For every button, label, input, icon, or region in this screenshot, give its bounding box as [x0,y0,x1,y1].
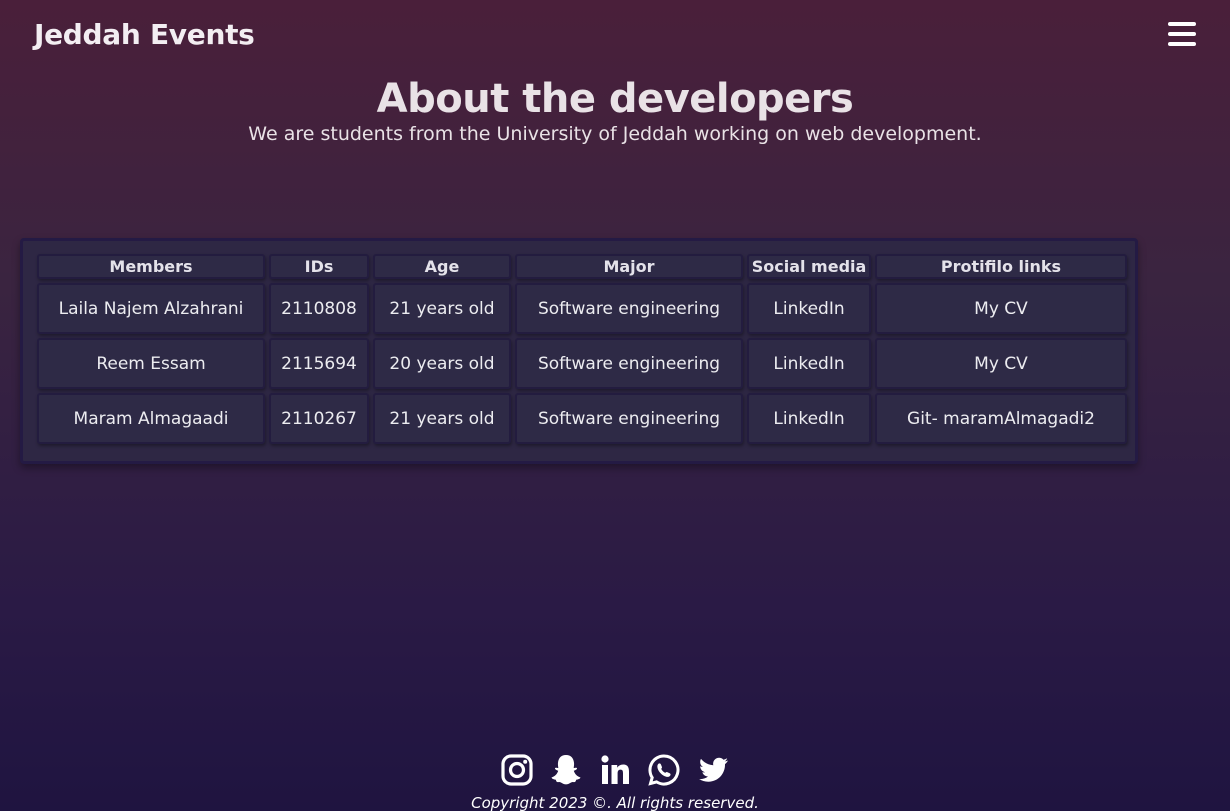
social-icons-bar [0,752,1230,788]
major-cell: Software engineering [515,393,743,444]
developers-table: Members IDs Age Major Social media Proti… [33,250,1131,448]
table-row: Maram Almagaadi 2110267 21 years old Sof… [37,393,1127,444]
column-header-age: Age [373,254,511,279]
portfolio-link[interactable]: Git- maramAlmagadi2 [875,393,1127,444]
major-cell: Software engineering [515,283,743,334]
menu-bar [1168,32,1196,36]
linkedin-link[interactable]: LinkedIn [747,338,871,389]
hamburger-menu-icon[interactable] [1168,22,1196,48]
column-header-members: Members [37,254,265,279]
linkedin-link[interactable]: LinkedIn [747,393,871,444]
page-subtitle: We are students from the University of J… [248,123,982,145]
member-name-cell: Laila Najem Alzahrani [37,283,265,334]
whatsapp-icon[interactable] [646,752,682,788]
table-row: Laila Najem Alzahrani 2110808 21 years o… [37,283,1127,334]
portfolio-link[interactable]: My CV [875,283,1127,334]
instagram-icon[interactable] [499,752,535,788]
column-header-social-media: Social media [747,254,871,279]
major-cell: Software engineering [515,338,743,389]
student-id-cell: 2110808 [269,283,369,334]
member-name-cell: Reem Essam [37,338,265,389]
age-cell: 21 years old [373,393,511,444]
snapchat-icon[interactable] [548,752,584,788]
copyright-text: Copyright 2023 ©. All rights reserved. [471,794,759,811]
column-header-ids: IDs [269,254,369,279]
student-id-cell: 2110267 [269,393,369,444]
page-title: About the developers [376,76,854,122]
linkedin-icon[interactable] [597,752,633,788]
member-name-cell: Maram Almagaadi [37,393,265,444]
table-row: Reem Essam 2115694 20 years old Software… [37,338,1127,389]
portfolio-link[interactable]: My CV [875,338,1127,389]
developers-table-card: Members IDs Age Major Social media Proti… [20,238,1138,464]
menu-bar [1168,42,1196,46]
linkedin-link[interactable]: LinkedIn [747,283,871,334]
age-cell: 21 years old [373,283,511,334]
brand-logo[interactable]: Jeddah Events [34,18,255,51]
table-header-row: Members IDs Age Major Social media Proti… [37,254,1127,279]
column-header-major: Major [515,254,743,279]
age-cell: 20 years old [373,338,511,389]
column-header-portfolio-links: Protifilo links [875,254,1127,279]
student-id-cell: 2115694 [269,338,369,389]
twitter-icon[interactable] [695,752,731,788]
menu-bar [1168,22,1196,26]
